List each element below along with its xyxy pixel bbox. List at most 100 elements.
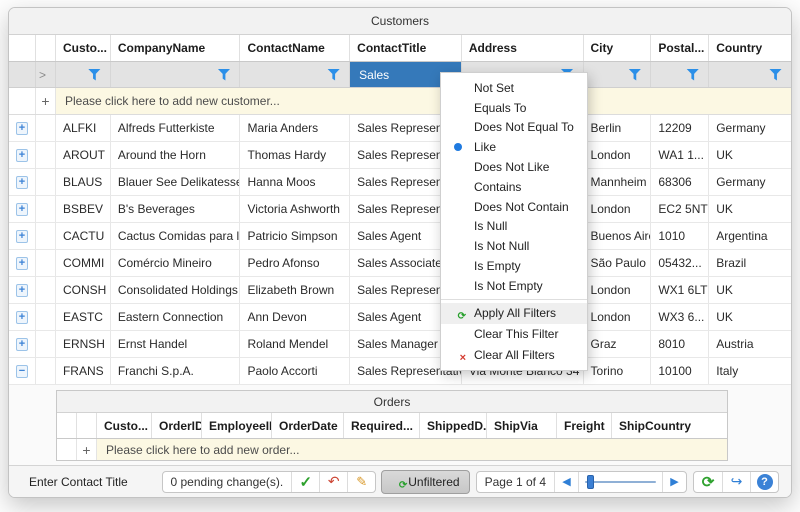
cell-companyname[interactable]: Cactus Comidas para l... [111, 223, 241, 249]
cell-postal[interactable]: WA1 1... [651, 142, 709, 168]
cell-country[interactable]: Argentina [709, 223, 791, 249]
orders-column-orderdate[interactable]: OrderDate [272, 413, 344, 438]
filter-cell-contactname[interactable] [240, 62, 350, 87]
cell-country[interactable]: UK [709, 196, 791, 222]
expand-toggle[interactable]: + [16, 338, 28, 351]
cell-contactname[interactable]: Pedro Afonso [240, 250, 350, 276]
table-row[interactable]: + ALFKI Alfreds Futterkiste Maria Anders… [9, 115, 791, 142]
cell-city[interactable]: Torino [584, 358, 652, 384]
prev-page-button[interactable]: ◀ [554, 472, 578, 492]
filter-cell-postal[interactable] [651, 62, 709, 87]
column-header-address[interactable]: Address [462, 35, 584, 61]
column-header-customerid[interactable]: Custo... [56, 35, 111, 61]
cell-country[interactable]: Brazil [709, 250, 791, 276]
expand-toggle[interactable]: + [16, 203, 28, 216]
menu-item[interactable]: Does Not Like [441, 157, 587, 177]
cell-contactname[interactable]: Paolo Accorti [240, 358, 350, 384]
filter-cell-companyname[interactable] [111, 62, 241, 87]
menu-item[interactable]: Not Set [441, 78, 587, 98]
orders-column-requireddate[interactable]: Required... [344, 413, 420, 438]
cell-country[interactable]: UK [709, 142, 791, 168]
cell-postal[interactable]: 68306 [651, 169, 709, 195]
cell-city[interactable]: Buenos Aires [584, 223, 652, 249]
expand-toggle[interactable]: − [16, 365, 28, 378]
cell-postal[interactable]: 8010 [651, 331, 709, 357]
cell-postal[interactable]: 12209 [651, 115, 709, 141]
filter-funnel-icon[interactable] [628, 69, 641, 81]
cell-companyname[interactable]: Franchi S.p.A. [111, 358, 241, 384]
menu-item[interactable]: Contains [441, 177, 587, 197]
menu-item[interactable]: Is Not Null [441, 236, 587, 256]
cell-customerid[interactable]: AROUT [56, 142, 111, 168]
help-button[interactable]: ? [750, 472, 778, 492]
reject-changes-button[interactable]: ↶ [319, 472, 347, 492]
orders-column-freight[interactable]: Freight [557, 413, 612, 438]
filter-cell-customerid[interactable] [56, 62, 111, 87]
add-new-customer-row[interactable]: + Please click here to add new customer.… [9, 88, 791, 115]
cell-city[interactable]: Graz [584, 331, 652, 357]
table-row[interactable]: − FRANS Franchi S.p.A. Paolo Accorti Sal… [9, 358, 791, 385]
menu-item[interactable]: Equals To [441, 98, 587, 118]
accept-changes-button[interactable]: ✓ [291, 472, 319, 492]
orders-column-orderid[interactable]: OrderID [152, 413, 202, 438]
filter-funnel-icon[interactable] [769, 69, 782, 81]
expand-toggle[interactable]: + [16, 284, 28, 297]
cell-customerid[interactable]: EASTC [56, 304, 111, 330]
refresh-button[interactable]: ⟳ [694, 472, 722, 492]
orders-column-shippeddate[interactable]: ShippedD... [420, 413, 487, 438]
menu-item[interactable]: Does Not Contain [441, 197, 587, 217]
cell-city[interactable]: London [584, 304, 652, 330]
unfiltered-button[interactable]: ⟳ Unfiltered [381, 470, 469, 494]
cell-companyname[interactable]: Eastern Connection [111, 304, 241, 330]
slider-thumb[interactable] [587, 475, 594, 489]
cell-country[interactable]: UK [709, 277, 791, 303]
table-row[interactable]: + CACTU Cactus Comidas para l... Patrici… [9, 223, 791, 250]
table-row[interactable]: + BLAUS Blauer See Delikatessen Hanna Mo… [9, 169, 791, 196]
table-row[interactable]: + AROUT Around the Horn Thomas Hardy Sal… [9, 142, 791, 169]
cell-companyname[interactable]: Comércio Mineiro [111, 250, 241, 276]
expand-toggle[interactable]: + [16, 122, 28, 135]
cell-customerid[interactable]: ERNSH [56, 331, 111, 357]
cell-postal[interactable]: WX3 6... [651, 304, 709, 330]
filter-funnel-icon[interactable] [217, 69, 230, 81]
cell-contactname[interactable]: Hanna Moos [240, 169, 350, 195]
cell-postal[interactable]: EC2 5NT [651, 196, 709, 222]
cell-city[interactable]: London [584, 142, 652, 168]
orders-column-shipvia[interactable]: ShipVia [487, 413, 557, 438]
cell-country[interactable]: Germany [709, 115, 791, 141]
cell-postal[interactable]: 1010 [651, 223, 709, 249]
table-row[interactable]: + ERNSH Ernst Handel Roland Mendel Sales… [9, 331, 791, 358]
cell-city[interactable]: London [584, 277, 652, 303]
menu-action-item[interactable]: Clear This Filter [441, 324, 587, 345]
table-row[interactable]: + COMMI Comércio Mineiro Pedro Afonso Sa… [9, 250, 791, 277]
filter-cell-country[interactable] [709, 62, 791, 87]
cell-city[interactable]: London [584, 196, 652, 222]
filter-funnel-icon[interactable] [88, 69, 101, 81]
page-slider[interactable] [578, 472, 662, 492]
menu-item[interactable]: Is Not Empty [441, 276, 587, 296]
cell-customerid[interactable]: CONSH [56, 277, 111, 303]
column-header-contacttitle[interactable]: ContactTitle [350, 35, 462, 61]
menu-item[interactable]: Is Empty [441, 256, 587, 276]
cell-contactname[interactable]: Victoria Ashworth [240, 196, 350, 222]
column-header-contactname[interactable]: ContactName [240, 35, 350, 61]
cell-city[interactable]: São Paulo [584, 250, 652, 276]
cell-contactname[interactable]: Ann Devon [240, 304, 350, 330]
edit-record-button[interactable]: ✎ [347, 472, 375, 492]
cell-city[interactable]: Mannheim [584, 169, 652, 195]
cell-contactname[interactable]: Maria Anders [240, 115, 350, 141]
filter-funnel-icon[interactable] [327, 69, 340, 81]
table-row[interactable]: + BSBEV B's Beverages Victoria Ashworth … [9, 196, 791, 223]
filter-funnel-icon[interactable] [686, 69, 699, 81]
expand-toggle[interactable]: + [16, 176, 28, 189]
expand-toggle[interactable]: + [16, 230, 28, 243]
table-row[interactable]: + CONSH Consolidated Holdings Elizabeth … [9, 277, 791, 304]
cell-companyname[interactable]: Around the Horn [111, 142, 241, 168]
cell-contactname[interactable]: Patricio Simpson [240, 223, 350, 249]
column-header-city[interactable]: City [584, 35, 652, 61]
column-header-country[interactable]: Country [709, 35, 791, 61]
expand-toggle[interactable]: + [16, 149, 28, 162]
menu-action-item[interactable]: Apply All Filters [441, 303, 587, 324]
cell-city[interactable]: Berlin [584, 115, 652, 141]
cell-contactname[interactable]: Thomas Hardy [240, 142, 350, 168]
